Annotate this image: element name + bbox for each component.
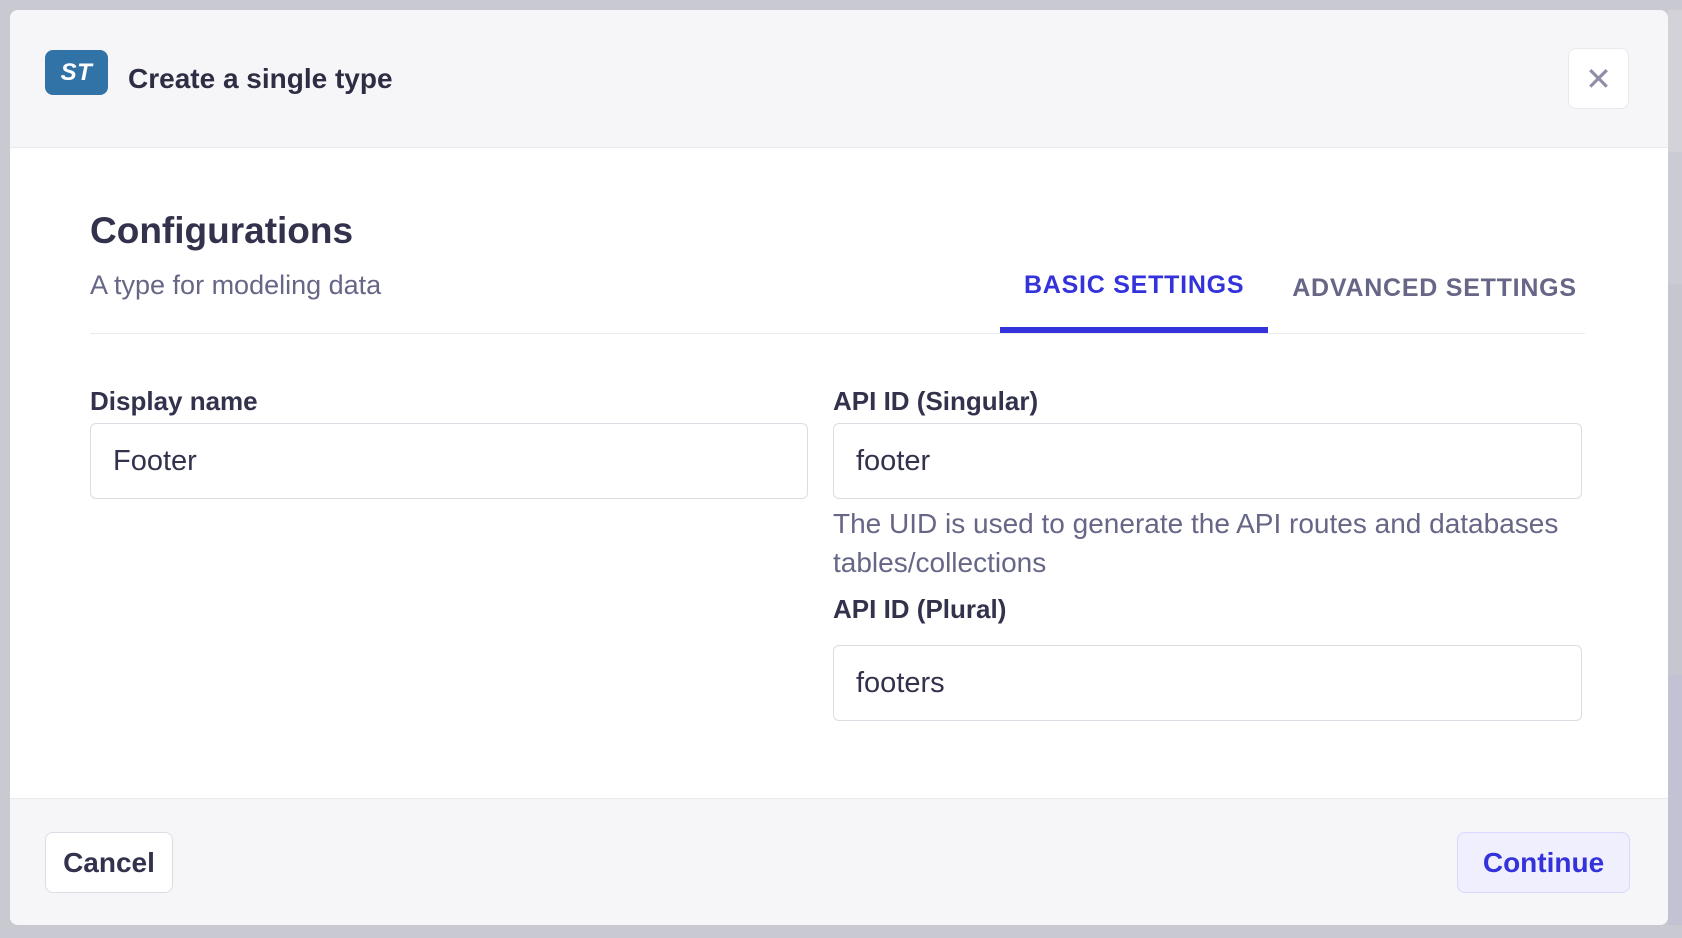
display-name-label: Display name	[90, 386, 258, 417]
tab-basic-settings[interactable]: BASIC SETTINGS	[1000, 244, 1268, 333]
modal-header: ST Create a single type ✕	[10, 10, 1668, 148]
background-page-edge	[1668, 152, 1682, 284]
api-id-singular-hint: The UID is used to generate the API rout…	[833, 504, 1573, 582]
close-icon: ✕	[1585, 63, 1612, 95]
background-page-edge	[1668, 284, 1682, 675]
continue-button[interactable]: Continue	[1457, 832, 1630, 893]
background-page-edge	[1668, 10, 1682, 152]
settings-tabs: BASIC SETTINGS ADVANCED SETTINGS	[1000, 244, 1601, 333]
background-page-edge	[1668, 675, 1682, 925]
modal-title: Create a single type	[128, 10, 393, 147]
section-subtitle: A type for modeling data	[90, 270, 381, 301]
modal-body: Configurations A type for modeling data …	[10, 148, 1668, 798]
close-button[interactable]: ✕	[1568, 48, 1629, 109]
single-type-badge-icon: ST	[45, 50, 108, 95]
api-id-singular-label: API ID (Singular)	[833, 386, 1038, 417]
api-id-plural-input[interactable]	[833, 645, 1582, 721]
modal-footer: Cancel Continue	[10, 798, 1668, 925]
section-divider	[90, 333, 1585, 334]
display-name-input[interactable]	[90, 423, 808, 499]
cancel-button[interactable]: Cancel	[45, 832, 173, 893]
api-id-singular-input[interactable]	[833, 423, 1582, 499]
tab-advanced-settings[interactable]: ADVANCED SETTINGS	[1268, 244, 1601, 333]
api-id-plural-label: API ID (Plural)	[833, 594, 1006, 625]
create-single-type-modal: ST Create a single type ✕ Configurations…	[10, 10, 1668, 925]
section-title: Configurations	[90, 210, 353, 252]
